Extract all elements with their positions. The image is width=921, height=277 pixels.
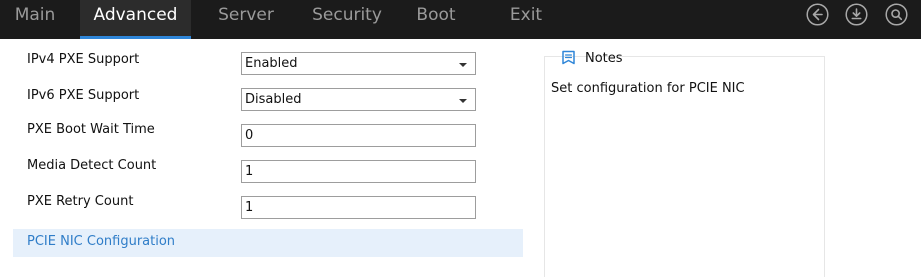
tab-exit-label: Exit [509,5,543,25]
tab-security[interactable]: Security [302,0,392,39]
notes-title: Notes [585,51,623,66]
ipv6-pxe-support-label: IPv6 PXE Support [27,88,140,103]
pcie-nic-configuration-item[interactable]: PCIE NIC Configuration [13,229,523,257]
notes-header: Notes [544,46,825,68]
notes-text: Set configuration for PCIE NIC [551,81,745,96]
tab-advanced-label: Advanced [93,5,178,25]
tab-boot-label: Boot [416,5,456,25]
media-detect-count-value: 1 [245,164,254,179]
tab-advanced[interactable]: Advanced [80,0,191,39]
ipv4-pxe-support-label: IPv4 PXE Support [27,52,140,67]
search-icon[interactable] [885,3,908,26]
ipv4-pxe-support-select[interactable]: Enabled [241,52,476,75]
tab-main[interactable]: Main [0,0,70,39]
tab-server-label: Server [218,5,274,25]
pcie-nic-configuration-label: PCIE NIC Configuration [27,234,176,249]
tab-server[interactable]: Server [206,0,286,39]
pxe-boot-wait-time-input[interactable]: 0 [241,124,476,147]
media-detect-count-label: Media Detect Count [27,158,157,173]
ipv4-pxe-support-value: Enabled [245,56,298,71]
chevron-down-icon [459,63,467,67]
back-icon[interactable] [806,3,829,26]
tab-main-label: Main [14,5,56,25]
pxe-retry-count-value: 1 [245,200,254,215]
pxe-boot-wait-time-label: PXE Boot Wait Time [27,122,155,137]
pxe-retry-count-input[interactable]: 1 [241,196,476,219]
ipv6-pxe-support-select[interactable]: Disabled [241,88,476,111]
ipv6-pxe-support-value: Disabled [245,92,302,107]
tab-security-label: Security [312,5,382,25]
tab-exit[interactable]: Exit [500,0,552,39]
save-icon[interactable] [845,3,868,26]
chevron-down-icon [459,99,467,103]
media-detect-count-input[interactable]: 1 [241,160,476,183]
pxe-retry-count-label: PXE Retry Count [27,194,134,209]
notes-icon [561,50,576,69]
top-nav-bar: Main Advanced Server Security Boot Exit [0,0,921,39]
pxe-boot-wait-time-value: 0 [245,128,254,143]
tab-boot[interactable]: Boot [407,0,465,39]
